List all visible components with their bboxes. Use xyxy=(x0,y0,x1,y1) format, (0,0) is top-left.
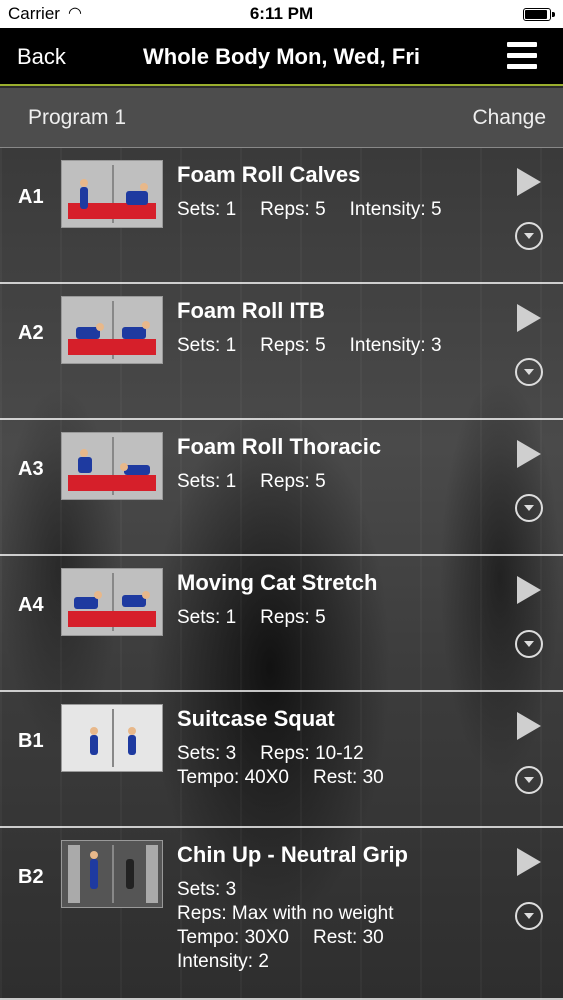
sets-label: Sets: 1 xyxy=(177,607,237,628)
exercise-name: Foam Roll Thoracic xyxy=(177,434,382,459)
exercise-row[interactable]: A2 Foam Roll ITB Sets: 1 Reps: 5 Intensity… xyxy=(0,284,563,420)
exercise-list: A1 Foam Roll Calves Sets: 1 Reps: 5 Intens… xyxy=(0,148,563,1000)
intensity-label: Intensity: 2 xyxy=(177,951,269,972)
chevron-down-icon[interactable] xyxy=(515,494,543,522)
sets-label: Sets: 1 xyxy=(177,471,237,492)
exercise-details: Sets: 1 Reps: 5 Intensity: 3 xyxy=(177,334,466,358)
exercise-row[interactable]: A3 Foam Roll Thoracic Sets: 1 Reps: 5 xyxy=(0,420,563,556)
exercise-code: B1 xyxy=(18,730,44,752)
tempo-label: Tempo: 40X0 xyxy=(177,767,289,788)
sets-label: Sets: 3 xyxy=(177,743,237,764)
exercise-code: A1 xyxy=(18,186,44,208)
chevron-down-icon[interactable] xyxy=(515,222,543,250)
play-icon[interactable] xyxy=(517,848,541,876)
sets-label: Sets: 1 xyxy=(177,335,237,356)
exercise-thumbnail[interactable] xyxy=(61,704,163,772)
exercise-name: Foam Roll Calves xyxy=(177,162,361,187)
exercise-thumbnail[interactable] xyxy=(61,160,163,228)
sets-label: Sets: 3 xyxy=(177,879,237,900)
exercise-details: Sets: 1 Reps: 5 xyxy=(177,470,350,494)
chevron-down-icon[interactable] xyxy=(515,902,543,930)
play-icon[interactable] xyxy=(517,168,541,196)
exercise-row[interactable]: B1 Suitcase Squat Sets: 3 Reps: 10-12 Tem… xyxy=(0,692,563,828)
chevron-down-icon[interactable] xyxy=(515,766,543,794)
reps-label: Reps: Max with no weight xyxy=(177,903,394,924)
reps-label: Reps: 5 xyxy=(260,607,326,628)
exercise-code: B2 xyxy=(18,866,44,888)
play-icon[interactable] xyxy=(517,576,541,604)
reps-label: Reps: 5 xyxy=(260,199,326,220)
exercise-details: Sets: 3 Reps: 10-12 Tempo: 40X0 Rest: 30 xyxy=(177,742,408,790)
reps-label: Reps: 5 xyxy=(260,335,326,356)
change-button[interactable]: Change xyxy=(472,106,546,130)
exercise-thumbnail[interactable] xyxy=(61,432,163,500)
exercise-code: A4 xyxy=(18,594,44,616)
exercise-name: Chin Up - Neutral Grip xyxy=(177,842,408,867)
exercise-name: Suitcase Squat xyxy=(177,706,335,731)
intensity-label: Intensity: 5 xyxy=(349,199,442,220)
page-title: Whole Body Mon, Wed, Fri xyxy=(142,44,421,69)
sets-label: Sets: 1 xyxy=(177,199,237,220)
status-bar: Carrier ◠ 6:11 PM xyxy=(0,0,563,28)
battery-icon xyxy=(523,8,555,21)
exercise-thumbnail[interactable] xyxy=(61,296,163,364)
rest-label: Rest: 30 xyxy=(312,767,384,788)
chevron-down-icon[interactable] xyxy=(515,358,543,386)
rest-label: Rest: 30 xyxy=(312,927,384,948)
exercise-details: Sets: 3 Reps: Max with no weight Tempo: … xyxy=(177,878,418,974)
chevron-down-icon[interactable] xyxy=(515,630,543,658)
exercise-row[interactable]: A4 Moving Cat Stretch Sets: 1 Reps: 5 xyxy=(0,556,563,692)
exercise-thumbnail[interactable] xyxy=(61,840,163,908)
program-bar: Program 1 Change xyxy=(0,88,563,148)
exercise-row[interactable]: A1 Foam Roll Calves Sets: 1 Reps: 5 Intens… xyxy=(0,148,563,284)
play-icon[interactable] xyxy=(517,304,541,332)
exercise-code: A3 xyxy=(18,458,44,480)
exercise-code: A2 xyxy=(18,322,44,344)
program-name: Program 1 xyxy=(28,106,127,129)
exercise-name: Foam Roll ITB xyxy=(177,298,325,323)
intensity-label: Intensity: 3 xyxy=(349,335,442,356)
exercise-details: Sets: 1 Reps: 5 xyxy=(177,606,350,630)
exercise-thumbnail[interactable] xyxy=(61,568,163,636)
nav-bar: Back Whole Body Mon, Wed, Fri xyxy=(0,28,563,86)
reps-label: Reps: 10-12 xyxy=(260,743,364,764)
reps-label: Reps: 5 xyxy=(260,471,326,492)
exercise-details: Sets: 1 Reps: 5 Intensity: 5 xyxy=(177,198,466,222)
exercise-name: Moving Cat Stretch xyxy=(177,570,378,595)
status-time: 6:11 PM xyxy=(249,4,314,23)
tempo-label: Tempo: 30X0 xyxy=(177,927,289,948)
menu-icon[interactable] xyxy=(507,42,537,70)
play-icon[interactable] xyxy=(517,712,541,740)
exercise-row[interactable]: B2 Chin Up - Neutral Grip Sets: 3 Reps: … xyxy=(0,828,563,1000)
play-icon[interactable] xyxy=(517,440,541,468)
